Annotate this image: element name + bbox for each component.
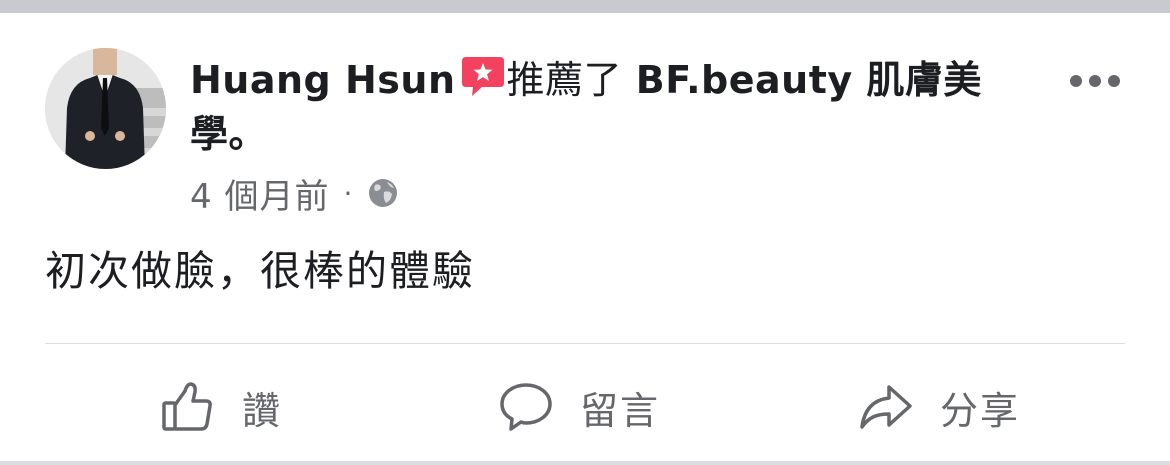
meta-separator: ·	[343, 176, 354, 210]
avatar-photo	[45, 48, 166, 169]
post-timestamp[interactable]: 4 個月前	[190, 169, 329, 218]
post-header: Huang Hsun 推薦了 BF.beauty 肌膚美學。	[190, 53, 1030, 161]
end-punctuation: 。	[228, 112, 268, 156]
comment-bubble-icon	[500, 383, 552, 431]
share-arrow-icon	[860, 385, 912, 429]
post-body: 初次做臉，很棒的體驗	[45, 247, 475, 295]
top-separator-band	[0, 0, 1170, 13]
comment-button[interactable]: 留言	[498, 380, 660, 434]
post-meta: 4 個月前 ·	[190, 169, 399, 218]
more-horizontal-icon[interactable]	[1068, 73, 1122, 89]
like-button[interactable]: 讚	[160, 380, 282, 434]
share-button[interactable]: 分享	[858, 380, 1020, 434]
like-label: 讚	[242, 388, 283, 433]
globe-icon[interactable]	[367, 177, 399, 209]
recommend-action-text: 推薦了	[506, 58, 623, 102]
avatar[interactable]	[45, 48, 166, 169]
author-name[interactable]: Huang Hsun	[190, 58, 456, 102]
post-card: Huang Hsun 推薦了 BF.beauty 肌膚美學。 4 個月前 · 初…	[0, 13, 1170, 461]
thumbs-up-icon	[162, 382, 212, 431]
comment-label: 留言	[580, 388, 661, 433]
divider	[45, 343, 1125, 344]
share-label: 分享	[940, 388, 1021, 433]
recommend-star-icon	[461, 57, 504, 96]
bottom-separator-band	[0, 461, 1170, 465]
